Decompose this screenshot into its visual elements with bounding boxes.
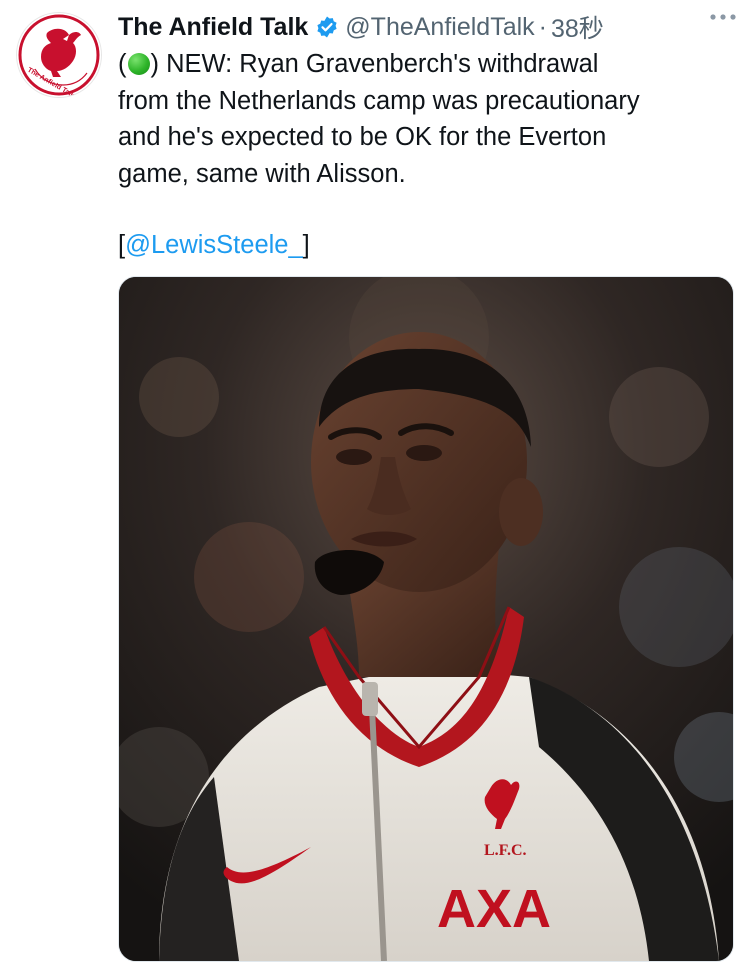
timestamp[interactable]: 38秒 [551,9,604,45]
text-prefix: ( [118,50,127,78]
jacket-lfc-text: L.F.C. [484,842,527,859]
verified-badge-icon [315,15,339,39]
anfield-talk-logo: The Anfield Talk [17,13,101,97]
tweet-media-image[interactable]: L.F.C. AXA [118,276,734,962]
tweet-header: The Anfield Talk @TheAnfieldTalk · 38秒 [118,8,738,46]
mention-close-bracket: ] [302,231,310,259]
player-photo: L.F.C. AXA [119,277,733,961]
mention-line: [@LewisSteele_] [118,227,310,263]
separator-dot: · [538,12,547,41]
jacket-sponsor-text: AXA [437,879,551,939]
mention-link[interactable]: @LewisSteele_ [125,231,303,259]
green-circle-emoji [127,53,150,75]
tweet-text-line-3: and he's expected to be OK for the Evert… [118,123,607,151]
display-name[interactable]: The Anfield Talk [118,13,308,42]
tweet-text: ( ) NEW: Ryan Gravenberch's withdrawal fr… [118,46,728,192]
avatar[interactable]: The Anfield Talk [17,13,101,97]
text-line-1: ) NEW: Ryan Gravenberch's withdrawal [150,50,599,78]
tweet-text-line-4: game, same with Alisson. [118,159,406,188]
tweet-text-line-2: from the Netherlands camp was precaution… [118,86,640,115]
tweet[interactable]: The Anfield Talk The Anfield Talk @TheAn… [0,0,750,970]
handle[interactable]: @TheAnfieldTalk [345,13,534,42]
tweet-text-line-1: ( ) NEW: Ryan Gravenberch's withdrawal [118,46,728,83]
more-options-icon[interactable] [708,10,738,24]
